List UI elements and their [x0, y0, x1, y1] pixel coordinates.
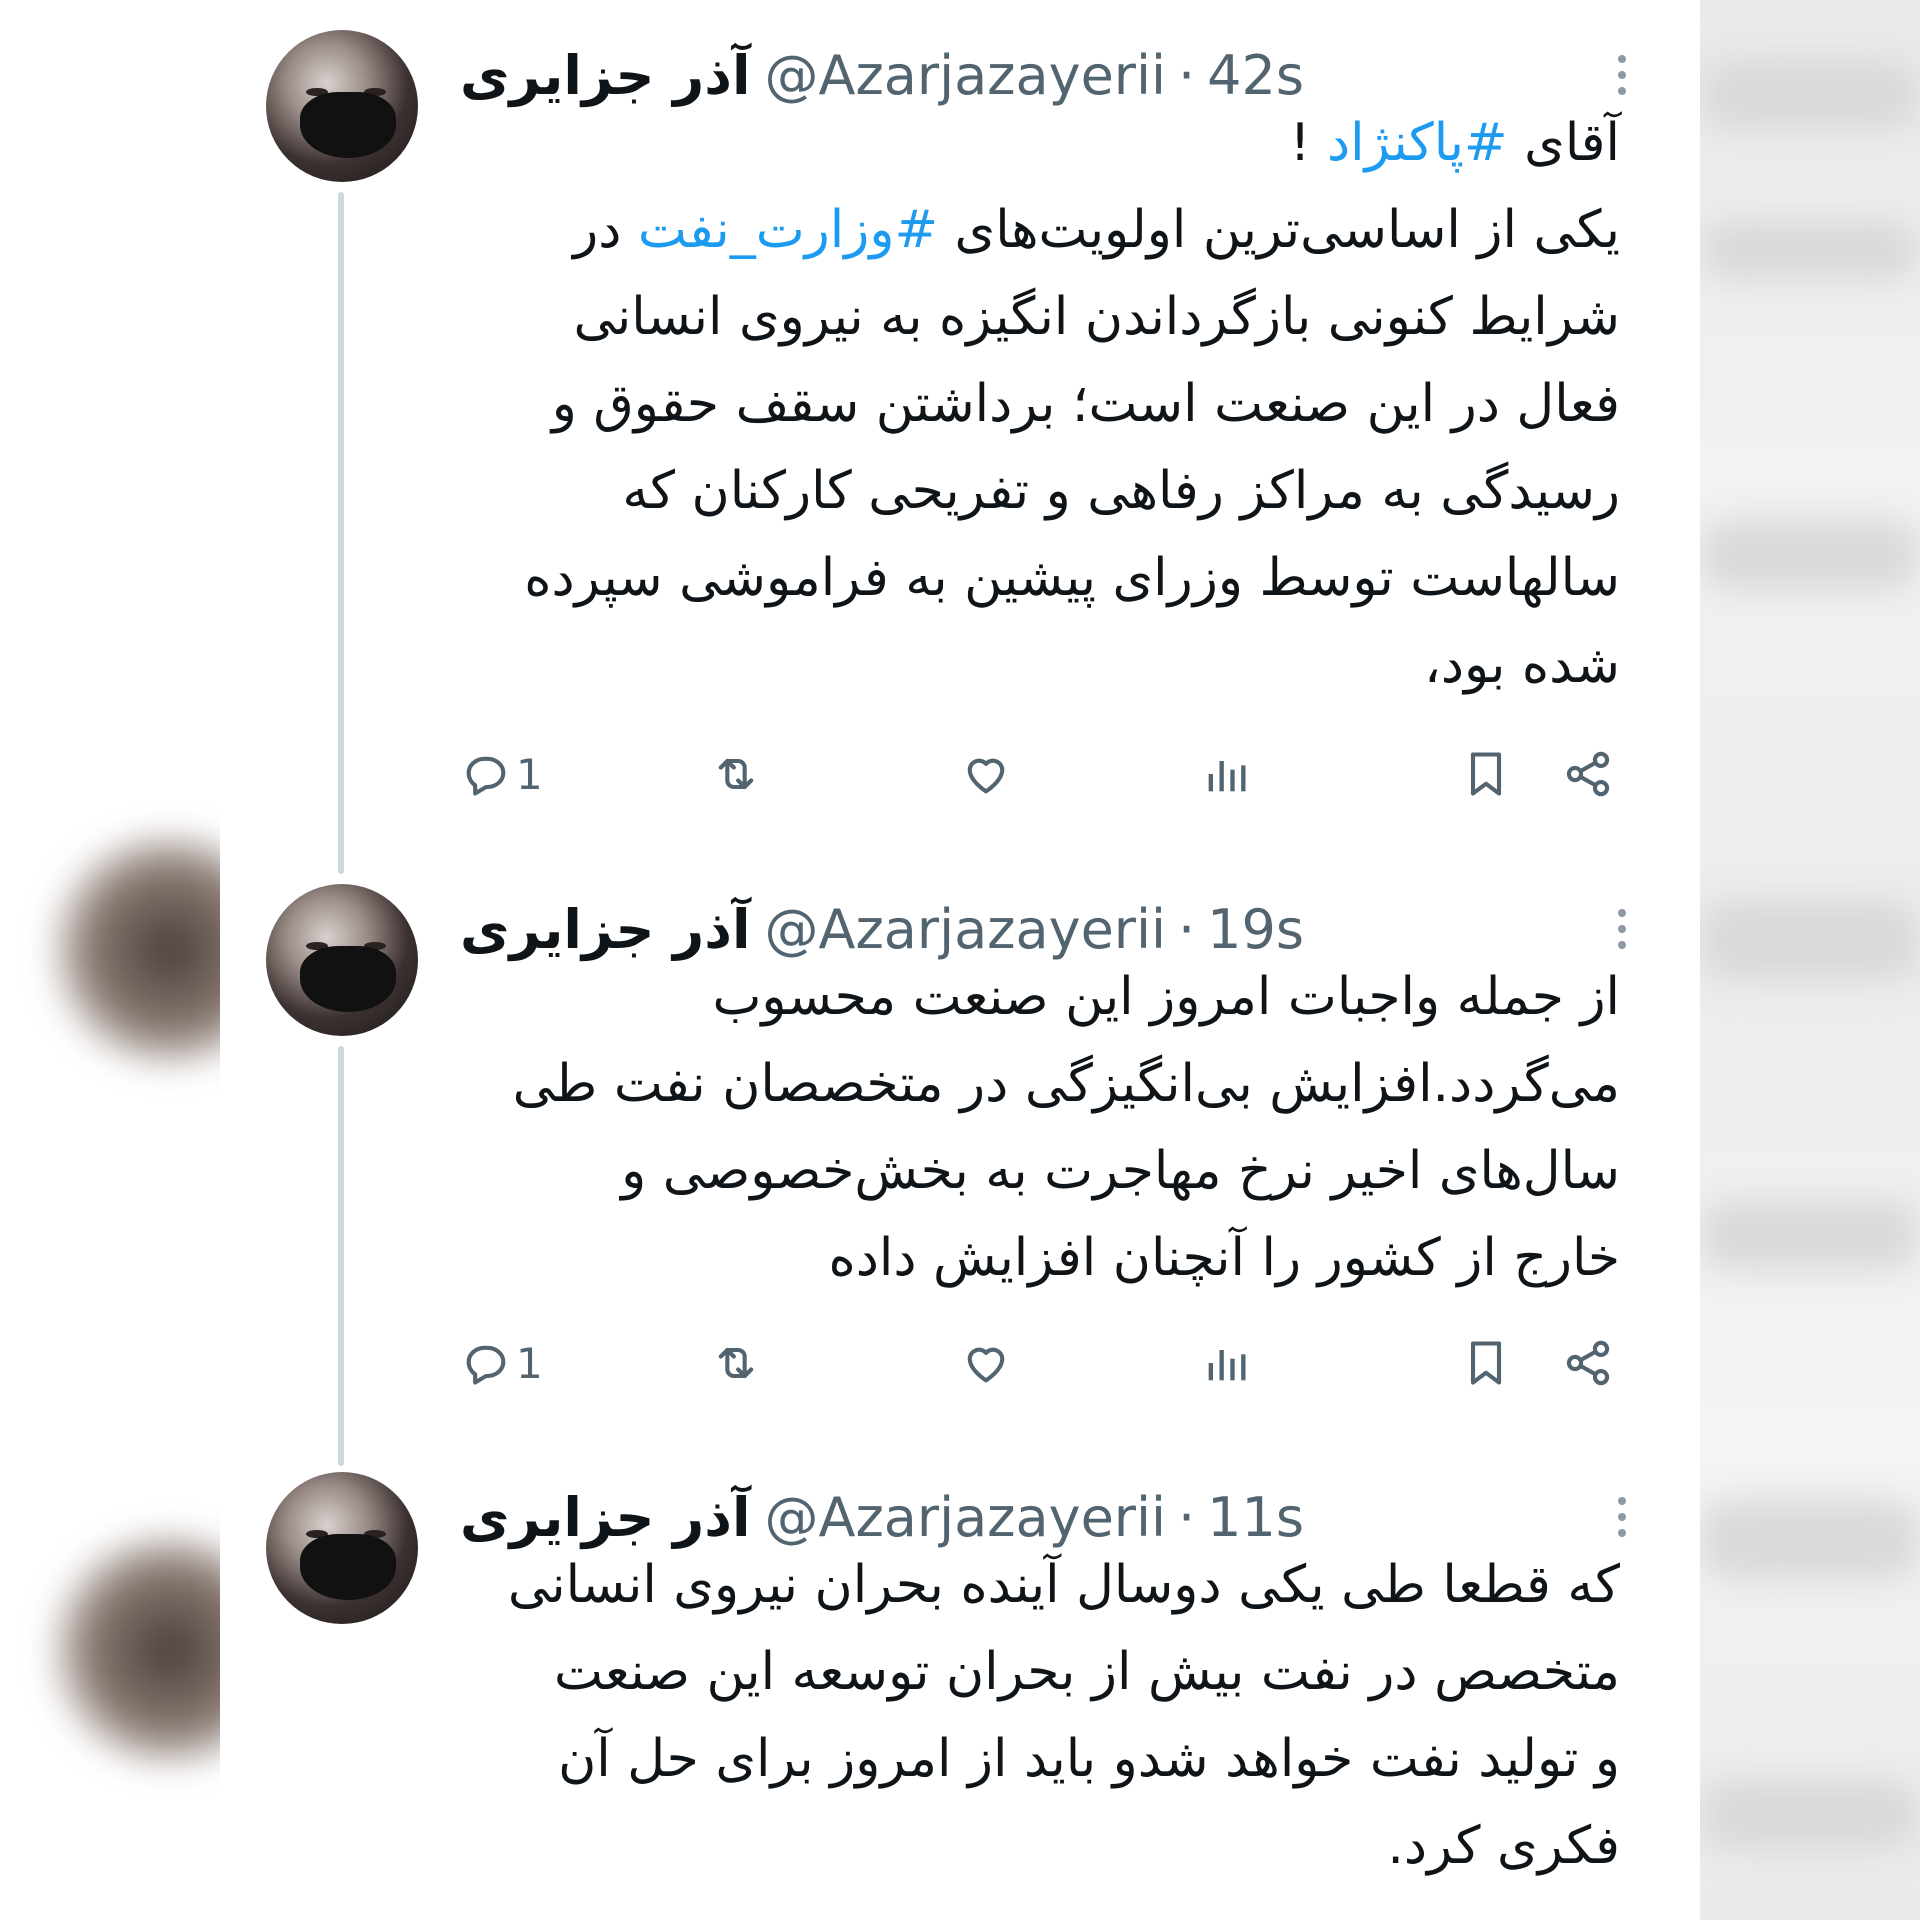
user-handle[interactable]: @Azarjazayerii — [765, 1486, 1167, 1549]
text-segment: در — [573, 200, 638, 260]
reply-count: 1 — [516, 749, 543, 799]
reply-count: 1 — [516, 1338, 543, 1388]
share-icon — [1562, 748, 1614, 800]
text-segment: شرایط کنونی بازگرداندن انگیزه به نیروی ا… — [573, 287, 1620, 347]
text-segment: از جمله واجبات امروز این صنعت محسوب — [712, 967, 1620, 1027]
bookmark-button[interactable] — [1460, 734, 1512, 814]
display-name[interactable]: آذر جزایری — [460, 44, 751, 107]
share-button[interactable] — [1562, 1323, 1614, 1403]
reply-button[interactable]: 1 — [460, 734, 543, 814]
bookmark-icon — [1460, 1337, 1512, 1389]
tweet-text-line: متخصص در نفت بیش از بحران توسعه این صنعت — [460, 1629, 1620, 1716]
tweet-text-line: خارج از کشور را آنچنان افزایش داده — [460, 1215, 1620, 1302]
tweet-text-line: شرایط کنونی بازگرداندن انگیزه به نیروی ا… — [460, 274, 1620, 361]
text-segment: فکری کرد. — [1387, 1816, 1620, 1876]
share-icon — [1562, 1337, 1614, 1389]
text-segment: سالهاست توسط وزرای پیشین به فراموشی سپرد… — [524, 548, 1620, 608]
tweet-text: که قطعا طی یکی دوسال آینده بحران نیروی ا… — [460, 1542, 1620, 1890]
text-segment: آقای — [1507, 113, 1620, 173]
retweet-button[interactable] — [710, 734, 762, 814]
bookmark-icon — [1460, 748, 1512, 800]
blurred-avatar-shadow — [40, 1530, 220, 1770]
avatar[interactable] — [266, 30, 418, 182]
separator-dot: · — [1178, 897, 1196, 961]
display-name[interactable]: آذر جزایری — [460, 1486, 751, 1549]
reply-icon — [460, 1337, 512, 1389]
hashtag-link[interactable]: #وزارت_نفت — [638, 200, 938, 260]
timeline: آذر جزایری @Azarjazayerii · 42s آقای #پاکنژا… — [220, 0, 1700, 1920]
separator-dot: · — [1178, 1485, 1196, 1549]
user-handle[interactable]: @Azarjazayerii — [765, 44, 1167, 107]
timestamp[interactable]: 11s — [1207, 1486, 1304, 1549]
tweet-text-line: یکی از اساسی‌ترین اولویت‌های #وزارت_نفت … — [460, 187, 1620, 274]
heart-icon — [960, 748, 1012, 800]
tweet-text: آقای #پاکنژاد ! یکی از اساسی‌ترین اولویت‌… — [460, 100, 1620, 709]
blurred-left-background — [0, 0, 220, 1920]
views-icon — [1200, 748, 1252, 800]
views-icon — [1200, 1337, 1252, 1389]
display-name[interactable]: آذر جزایری — [460, 898, 751, 961]
tweet-text-line: فکری کرد. — [460, 1803, 1620, 1890]
tweet-text-line: آقای #پاکنژاد ! — [460, 100, 1620, 187]
text-segment: می‌گردد.افزایش بی‌انگیزگی در متخصصان نفت… — [512, 1054, 1620, 1114]
text-segment: که قطعا طی یکی دوسال آینده بحران نیروی ا… — [507, 1555, 1620, 1615]
retweet-icon — [710, 748, 762, 800]
text-segment: سال‌های اخیر نرخ مهاجرت به بخش‌خصوصی و — [621, 1141, 1620, 1201]
timestamp[interactable]: 19s — [1207, 898, 1304, 961]
hashtag-link[interactable]: #پاکنژاد — [1327, 113, 1508, 173]
retweet-button[interactable] — [710, 1323, 762, 1403]
tweet-text-line: و تولید نفت خواهد شدو باید از امروز برای… — [460, 1716, 1620, 1803]
avatar[interactable] — [266, 884, 418, 1036]
timestamp[interactable]: 42s — [1207, 44, 1304, 107]
tweet-text-line: رسیدگی به مراکز رفاهی و تفریحی کارکنان ک… — [460, 448, 1620, 535]
tweet-text: از جمله واجبات امروز این صنعت محسوب می‌گر… — [460, 954, 1620, 1302]
like-button[interactable] — [960, 1323, 1012, 1403]
views-button[interactable] — [1200, 1323, 1252, 1403]
retweet-icon — [710, 1337, 762, 1389]
like-button[interactable] — [960, 734, 1012, 814]
thread-connector — [338, 192, 344, 874]
text-segment: و تولید نفت خواهد شدو باید از امروز برای… — [558, 1729, 1620, 1789]
tweet-text-line: فعال در این صنعت است؛ برداشتن سقف حقوق و — [460, 361, 1620, 448]
separator-dot: · — [1178, 43, 1196, 107]
text-segment: یکی از اساسی‌ترین اولویت‌های — [938, 200, 1620, 260]
blurred-right-background — [1700, 0, 1920, 1920]
tweet-actions: 1 — [460, 1323, 1640, 1403]
text-segment: رسیدگی به مراکز رفاهی و تفریحی کارکنان ک… — [622, 461, 1620, 521]
tweet-text-line: از جمله واجبات امروز این صنعت محسوب — [460, 954, 1620, 1041]
tweet-actions: 1 — [460, 734, 1640, 814]
avatar[interactable] — [266, 1472, 418, 1624]
tweet-text-line: که قطعا طی یکی دوسال آینده بحران نیروی ا… — [460, 1542, 1620, 1629]
text-segment: شده بود، — [1424, 635, 1620, 695]
tweet-text-line: شده بود، — [460, 622, 1620, 709]
reply-button[interactable]: 1 — [460, 1323, 543, 1403]
thread-connector — [338, 1046, 344, 1466]
share-button[interactable] — [1562, 734, 1614, 814]
text-segment: متخصص در نفت بیش از بحران توسعه این صنعت — [554, 1642, 1620, 1702]
tweet-text-line: سالهاست توسط وزرای پیشین به فراموشی سپرد… — [460, 535, 1620, 622]
text-segment: ! — [1289, 113, 1327, 173]
reply-icon — [460, 748, 512, 800]
tweet-text-line: سال‌های اخیر نرخ مهاجرت به بخش‌خصوصی و — [460, 1128, 1620, 1215]
blurred-avatar-shadow — [40, 830, 220, 1070]
bookmark-button[interactable] — [1460, 1323, 1512, 1403]
heart-icon — [960, 1337, 1012, 1389]
text-segment: خارج از کشور را آنچنان افزایش داده — [828, 1228, 1620, 1288]
views-button[interactable] — [1200, 734, 1252, 814]
tweet-text-line: می‌گردد.افزایش بی‌انگیزگی در متخصصان نفت… — [460, 1041, 1620, 1128]
user-handle[interactable]: @Azarjazayerii — [765, 898, 1167, 961]
text-segment: فعال در این صنعت است؛ برداشتن سقف حقوق و — [551, 374, 1620, 434]
